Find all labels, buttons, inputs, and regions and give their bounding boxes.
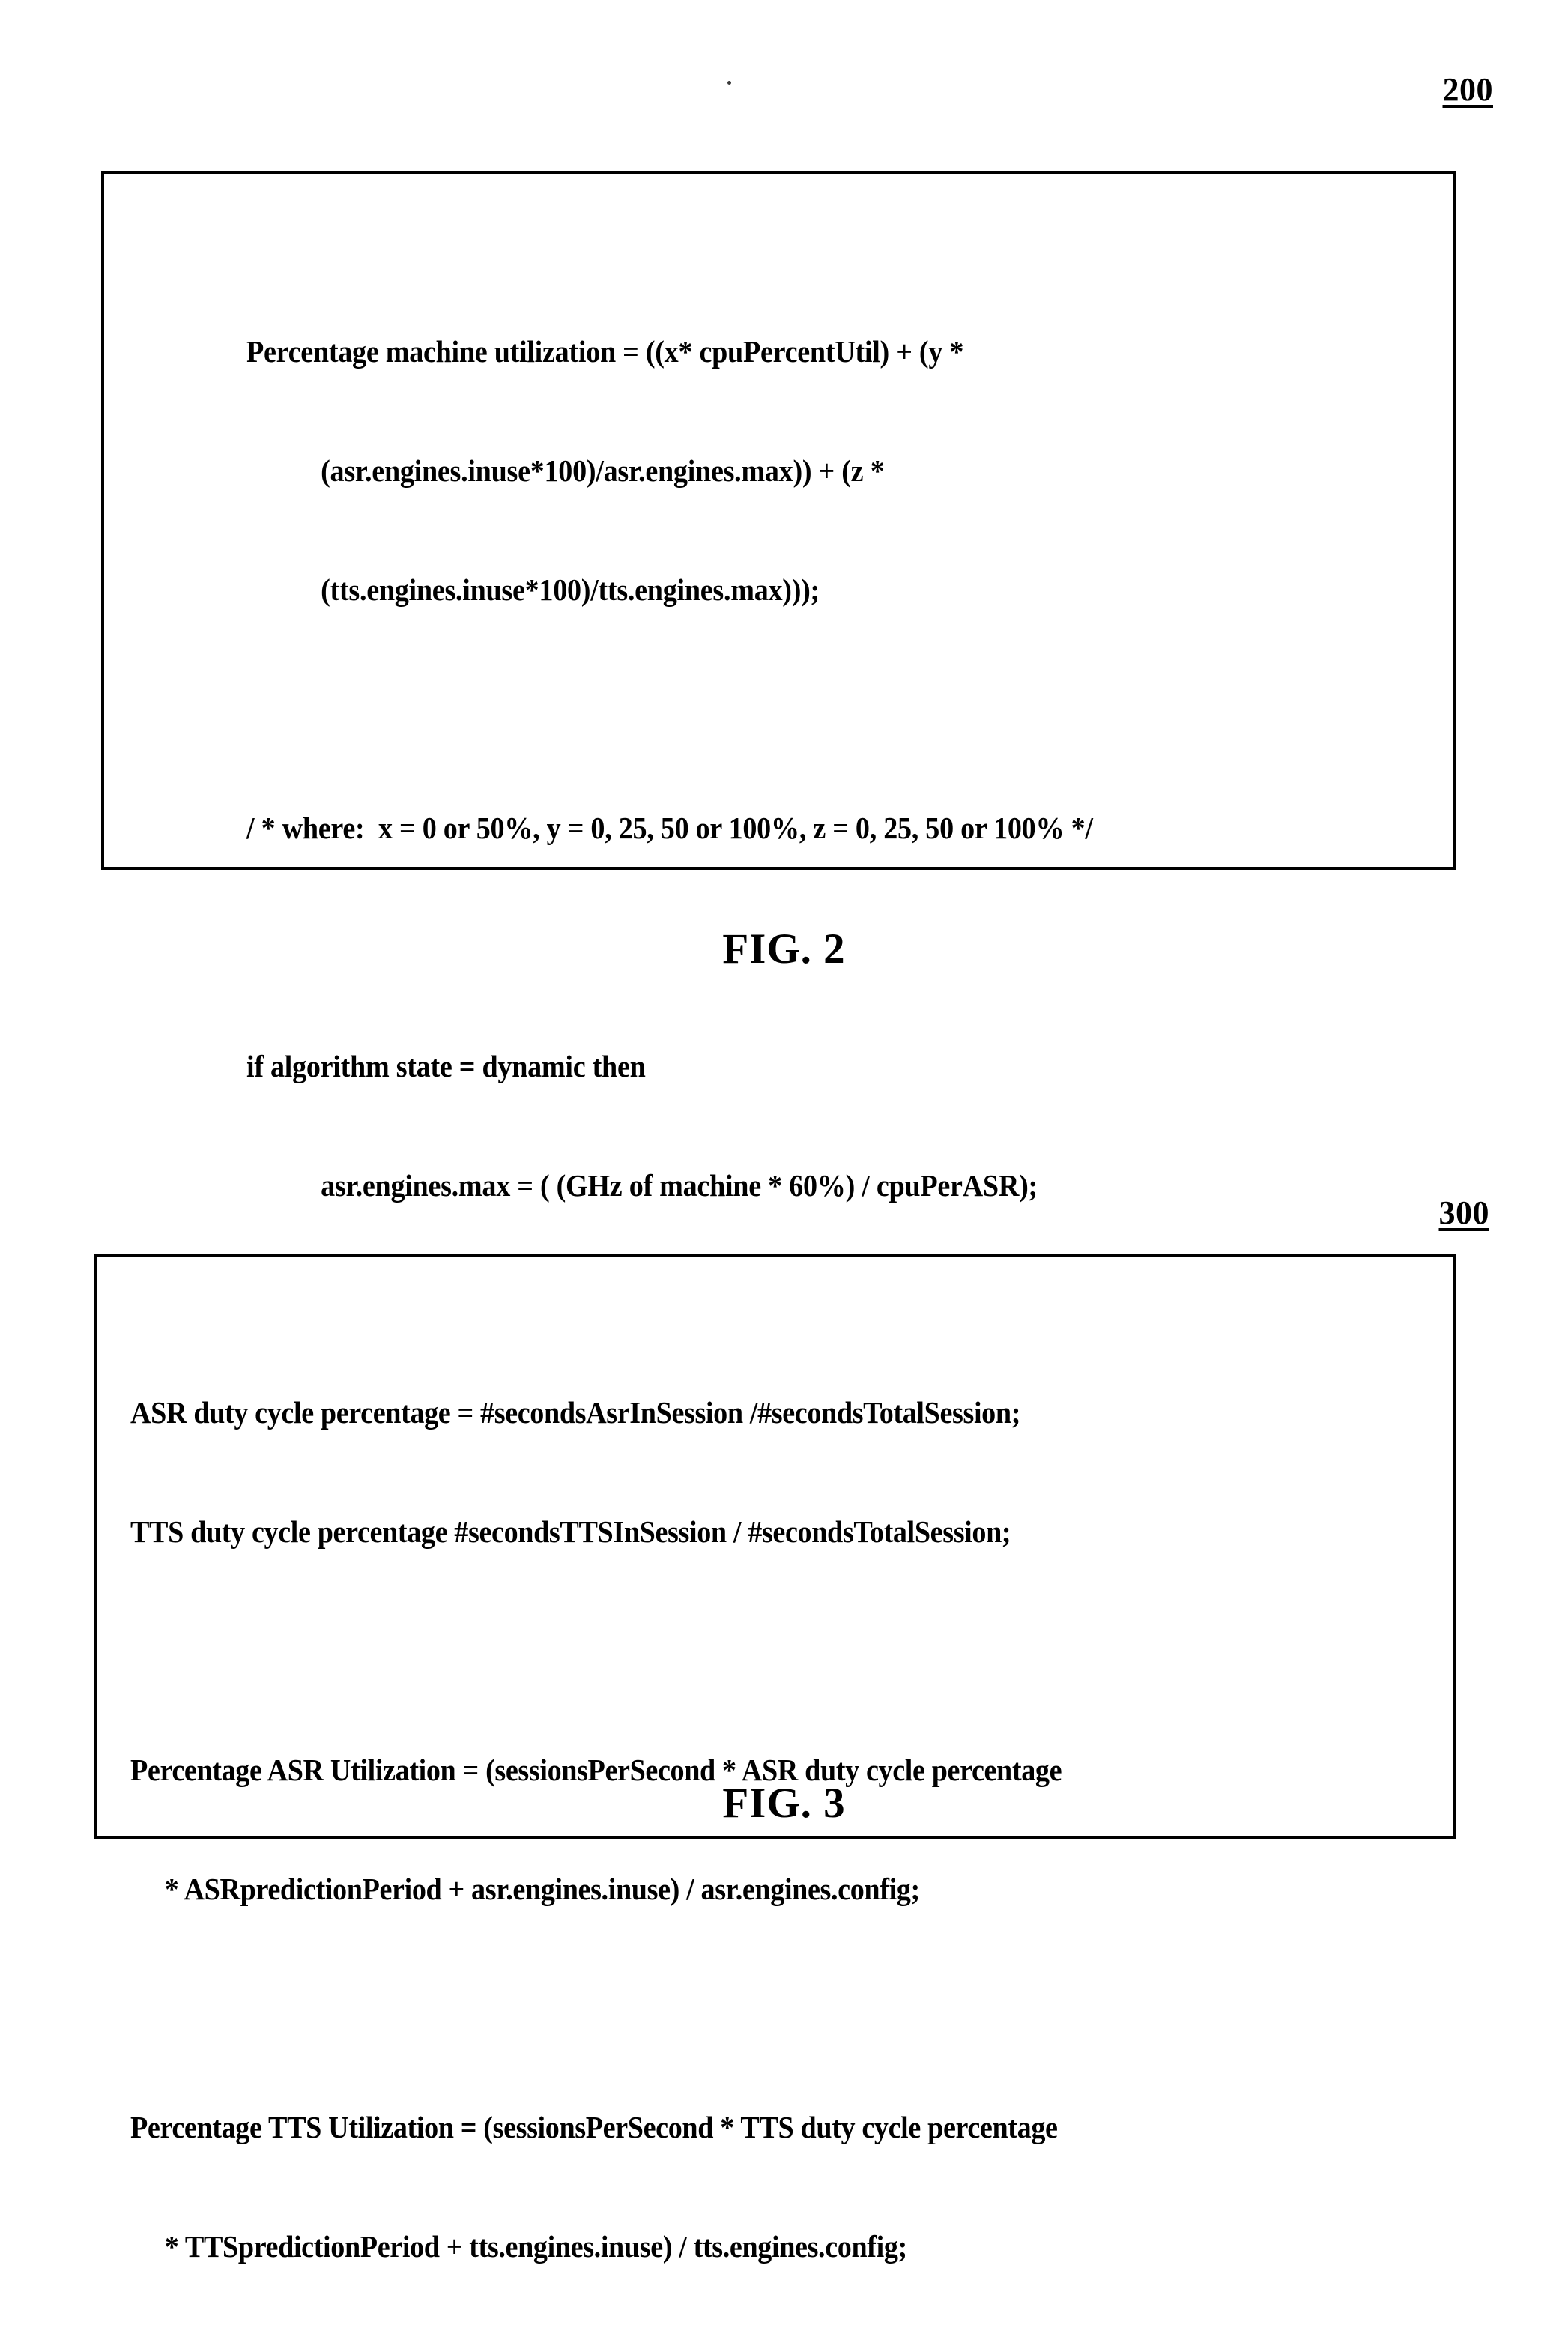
code-line: / * where: x = 0 or 50%, y = 0, 25, 50 o… bbox=[246, 811, 1093, 845]
code-line: * TTSpredictionPeriod + tts.engines.inus… bbox=[164, 2229, 907, 2264]
code-line: (tts.engines.inuse*100)/tts.engines.max)… bbox=[321, 572, 820, 607]
figure-2-box: Percentage machine utilization = ((x* cp… bbox=[101, 171, 1456, 1798]
code-line: (asr.engines.inuse*100)/asr.engines.max)… bbox=[321, 453, 885, 488]
code-line: Percentage TTS Utilization = (sessionsPe… bbox=[130, 2110, 1058, 2144]
figure-2-caption: FIG. 2 bbox=[722, 925, 846, 973]
code-line: asr.engines.max = ( (GHz of machine * 60… bbox=[321, 1168, 1038, 1203]
figure-3-pseudocode: ASR duty cycle percentage = #secondsAsrI… bbox=[130, 1313, 1062, 2346]
print-speck-artifact bbox=[727, 81, 731, 85]
figure-3-caption: FIG. 3 bbox=[722, 1780, 846, 1827]
code-line: * ASRpredictionPeriod + asr.engines.inus… bbox=[164, 1872, 920, 1906]
patent-figure-page: 200 Percentage machine utilization = ((x… bbox=[0, 0, 1568, 2264]
reference-numeral-200: 200 bbox=[1442, 71, 1493, 108]
code-line: TTS duty cycle percentage #secondsTTSInS… bbox=[130, 1514, 1011, 1549]
figure-3-box: ASR duty cycle percentage = #secondsAsrI… bbox=[94, 1254, 1456, 2264]
reference-numeral-300: 300 bbox=[1438, 1194, 1489, 1231]
code-line: if algorithm state = dynamic then bbox=[246, 1049, 646, 1083]
code-line: Percentage machine utilization = ((x* cp… bbox=[246, 334, 964, 369]
code-line: ASR duty cycle percentage = #secondsAsrI… bbox=[130, 1395, 1021, 1430]
